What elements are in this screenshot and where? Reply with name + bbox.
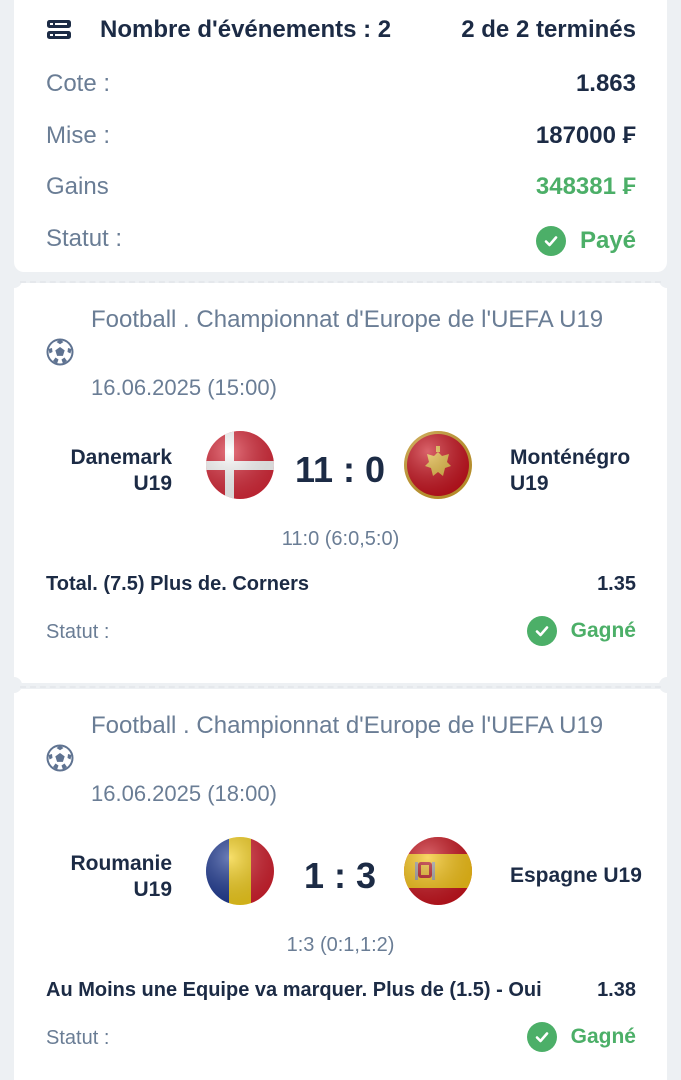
event-card: Football . Championnat d'Europe de l'UEF…: [14, 689, 667, 1080]
events-count: Nombre d'événements : 2: [100, 16, 392, 43]
winnings-value: 348381 ₣: [535, 173, 636, 200]
winnings-label: Gains: [46, 173, 109, 200]
status-value: Payé: [579, 227, 636, 254]
ticket-notch: [659, 272, 675, 288]
ticket-divider: [20, 281, 661, 283]
event-date: 16.06.2025 (15:00): [91, 375, 277, 400]
ticket-notch: [659, 677, 675, 693]
bet-selection: Au Moins une Equipe va marquer. Plus de …: [46, 979, 542, 1001]
stake-label: Mise :: [46, 122, 111, 149]
competition-title: Football . Championnat d'Europe de l'UEF…: [91, 306, 604, 333]
away-team: Monténégro U19: [510, 446, 631, 495]
football-icon: [46, 338, 74, 371]
ticket-notch: [6, 272, 22, 288]
event-card: Football . Championnat d'Europe de l'UEF…: [14, 283, 667, 683]
away-team: Espagne U19: [510, 864, 642, 887]
event-status-value: Gagné: [570, 1025, 636, 1048]
event-status-badge: Gagné: [526, 616, 636, 646]
romania-flag-icon: [205, 836, 275, 911]
bet-summary-card: Nombre d'événements : 2 2 de 2 terminés …: [14, 0, 667, 272]
competition-title: Football . Championnat d'Europe de l'UEF…: [91, 712, 604, 739]
montenegro-flag-icon: [403, 430, 473, 505]
football-icon: [46, 744, 74, 777]
home-team: Danemark U19: [70, 446, 172, 495]
event-status-label: Statut :: [46, 1027, 110, 1049]
home-team: Roumanie U19: [70, 852, 172, 901]
check-icon: [526, 616, 557, 646]
odds-label: Cote :: [46, 70, 111, 97]
match-score: 1 : 3: [303, 855, 377, 896]
ticket-notch: [6, 677, 22, 693]
denmark-flag-icon: [205, 430, 275, 505]
event-status-label: Statut :: [46, 621, 110, 643]
event-date: 16.06.2025 (18:00): [91, 781, 277, 806]
stake-value: 187000 ₣: [535, 122, 636, 149]
spain-flag-icon: [403, 836, 473, 911]
bet-odd: 1.35: [597, 573, 636, 595]
score-detail: 1:3 (0:1,1:2): [286, 934, 395, 956]
status-badge: Payé: [535, 226, 636, 256]
ticket-divider: [20, 686, 661, 688]
bet-odd: 1.38: [597, 979, 636, 1001]
coupon-list-icon: [46, 19, 72, 46]
finished-count: 2 de 2 terminés: [461, 16, 636, 43]
odds-value: 1.863: [575, 70, 636, 97]
event-status-value: Gagné: [570, 619, 636, 642]
match-score: 11 : 0: [294, 449, 386, 490]
score-detail: 11:0 (6:0,5:0): [281, 528, 400, 550]
check-icon: [535, 226, 566, 256]
event-status-badge: Gagné: [526, 1022, 636, 1052]
bet-selection: Total. (7.5) Plus de. Corners: [46, 573, 310, 595]
status-label: Statut :: [46, 225, 123, 252]
summary-header: Nombre d'événements : 2 2 de 2 terminés: [14, 0, 667, 62]
check-icon: [526, 1022, 557, 1052]
